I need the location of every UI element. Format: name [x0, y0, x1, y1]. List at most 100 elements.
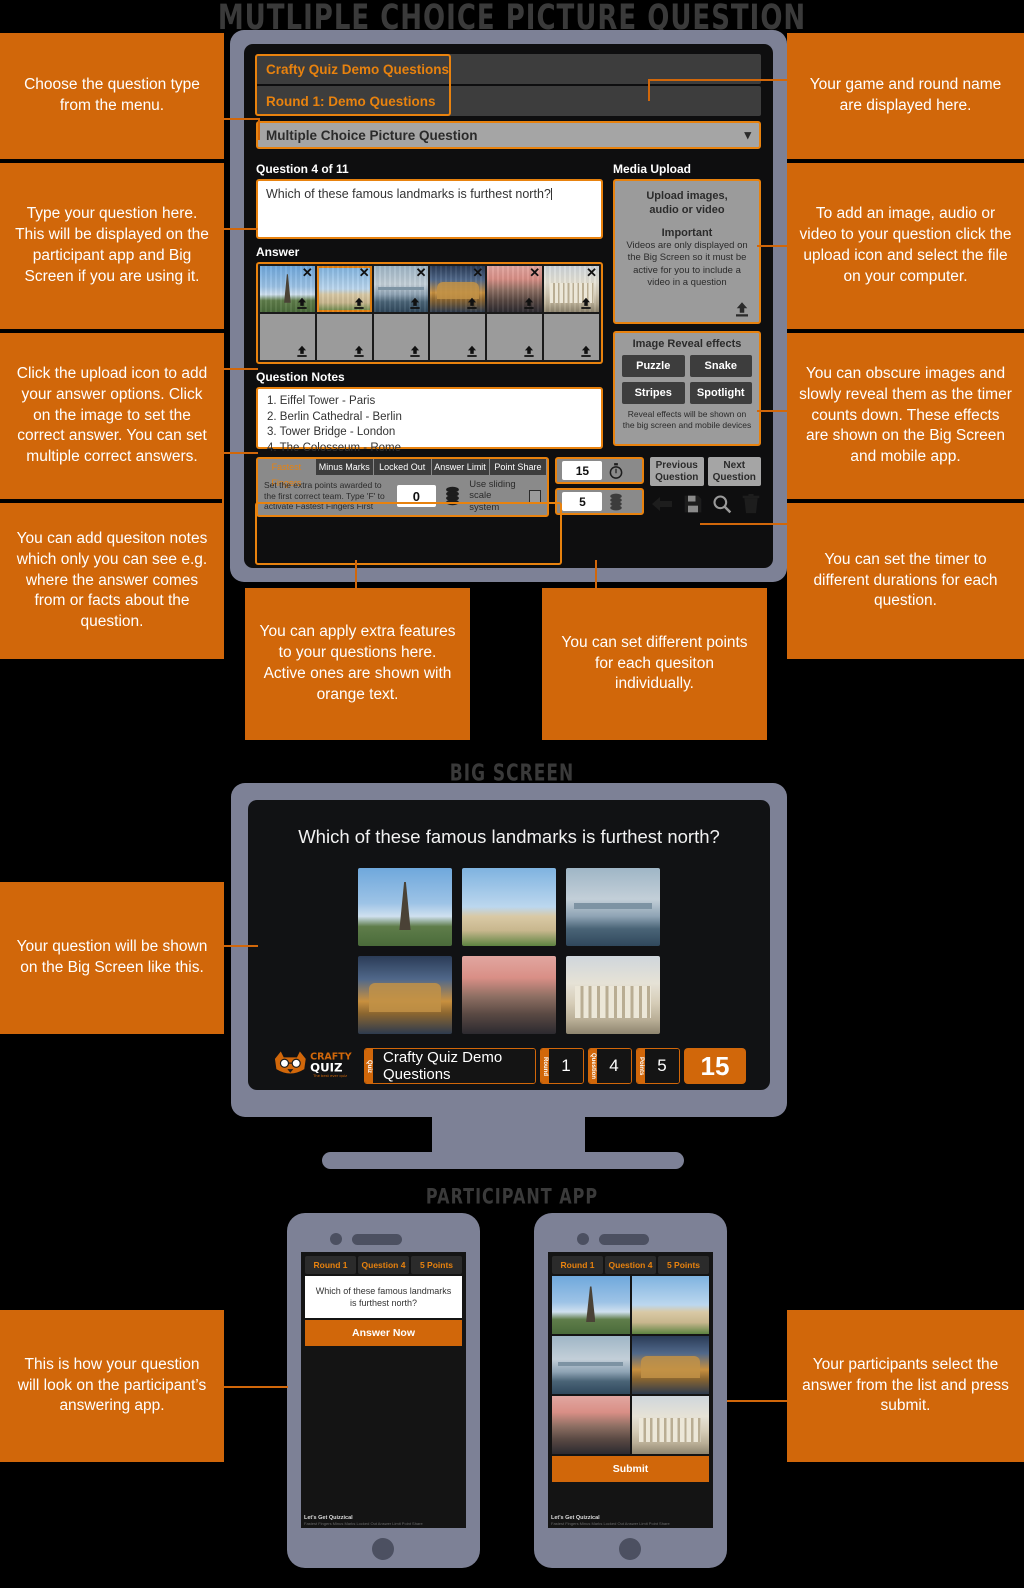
- answer-image-slot-7[interactable]: [260, 314, 315, 360]
- phone2-answer-grid: [552, 1276, 709, 1454]
- bigscreen-answer-2: [462, 868, 556, 946]
- question-input[interactable]: Which of these famous landmarks is furth…: [256, 179, 603, 239]
- remove-image-icon[interactable]: ✕: [359, 266, 370, 279]
- points-input[interactable]: 5: [562, 492, 603, 511]
- bigscreen-question-label: Question: [589, 1049, 597, 1083]
- sliding-scale-checkbox[interactable]: [529, 489, 542, 503]
- question-counter: Question 4 of 11: [256, 162, 349, 176]
- upload-icon[interactable]: [408, 344, 422, 358]
- note-line-4: 4. The Colosseum - Rome: [267, 441, 402, 454]
- next-question-button[interactable]: Next Question: [707, 457, 761, 486]
- answer-image-1[interactable]: ✕: [260, 266, 315, 312]
- callout-leader-9: [355, 560, 357, 588]
- callout-leader-10: [595, 560, 597, 588]
- reveal-button-stripes[interactable]: Stripes: [622, 382, 685, 404]
- callout-leader-1: [224, 118, 260, 120]
- answer-image-slot-8[interactable]: [316, 314, 372, 360]
- phone1-home-button[interactable]: [372, 1538, 394, 1560]
- answer-image-grid: ✕ ✕ ✕ ✕ ✕ ✕: [256, 262, 603, 364]
- answer-image-2[interactable]: ✕: [316, 266, 372, 312]
- upload-icon[interactable]: [408, 296, 422, 310]
- back-arrow-icon[interactable]: [650, 495, 674, 513]
- phone2-submit-button[interactable]: Submit: [552, 1456, 709, 1482]
- tab-answer-limit[interactable]: Answer Limit: [431, 459, 490, 475]
- bigscreen-status-bar: CRAFTY QUIZ The best ever quiz Quiz Craf…: [272, 1048, 746, 1084]
- upload-icon[interactable]: [465, 344, 479, 358]
- phone2-answer-1[interactable]: [552, 1276, 630, 1334]
- reveal-button-spotlight[interactable]: Spotlight: [689, 382, 752, 404]
- reveal-button-snake[interactable]: Snake: [689, 355, 752, 377]
- phone2-answer-4[interactable]: [631, 1336, 709, 1394]
- question-notes-input[interactable]: 1. Eiffel Tower - Paris 2. Berlin Cathed…: [256, 387, 603, 454]
- fastest-fingers-description: Set the extra points awarded to the firs…: [264, 480, 385, 512]
- bigscreen-question-value: 4: [597, 1049, 631, 1083]
- monitor-stand-neck: [432, 1117, 585, 1157]
- previous-question-line1: Previous: [655, 460, 698, 471]
- callout-leader-8: [700, 523, 787, 525]
- points-control[interactable]: 5: [555, 488, 644, 515]
- preview-search-icon[interactable]: [712, 494, 732, 514]
- delete-trash-icon[interactable]: [741, 493, 761, 514]
- bigscreen-points-value: 5: [645, 1049, 679, 1083]
- upload-icon[interactable]: [352, 344, 366, 358]
- remove-image-icon[interactable]: ✕: [529, 266, 540, 279]
- upload-icon[interactable]: [733, 300, 751, 318]
- phone1-tab-points: 5 Points: [411, 1256, 462, 1274]
- tab-locked-out[interactable]: Locked Out: [373, 459, 432, 475]
- tab-fastest-fingers[interactable]: Fastest Fingers: [258, 459, 316, 488]
- phone1-question-text: Which of these famous landmarks is furth…: [305, 1276, 462, 1319]
- fastest-fingers-points-input[interactable]: 0: [396, 485, 437, 508]
- monitor-stand-base: [322, 1152, 684, 1169]
- upload-icon[interactable]: [579, 344, 593, 358]
- phone2-answer-5[interactable]: [552, 1396, 630, 1454]
- upload-icon[interactable]: [522, 344, 536, 358]
- phone2-answer-2[interactable]: [631, 1276, 709, 1334]
- next-question-line1: Next: [723, 460, 746, 471]
- note-line-1: 1. Eiffel Tower - Paris: [267, 395, 376, 407]
- timer-input[interactable]: 15: [562, 461, 603, 480]
- upload-icon[interactable]: [465, 296, 479, 310]
- remove-image-icon[interactable]: ✕: [302, 266, 313, 279]
- remove-image-icon[interactable]: ✕: [472, 266, 483, 279]
- callout-leader-11: [224, 945, 258, 947]
- phone1-answer-now-button[interactable]: Answer Now: [305, 1320, 462, 1347]
- answer-image-5[interactable]: ✕: [487, 266, 543, 312]
- answer-image-4[interactable]: ✕: [430, 266, 486, 312]
- bigscreen-answer-3: [566, 868, 660, 946]
- phone2-tab-round: Round 1: [552, 1256, 603, 1274]
- phone1-tab-question: Question 4: [358, 1256, 409, 1274]
- answer-image-slot-10[interactable]: [430, 314, 486, 360]
- previous-question-button[interactable]: Previous Question: [650, 457, 704, 486]
- sliding-scale-line2: scale system: [469, 490, 500, 513]
- media-upload-panel[interactable]: Upload images, audio or video Important …: [613, 179, 761, 324]
- upload-icon[interactable]: [579, 296, 593, 310]
- question-type-select[interactable]: Multiple Choice Picture Question ▾: [256, 121, 761, 149]
- upload-icon[interactable]: [352, 296, 366, 310]
- answer-image-3[interactable]: ✕: [373, 266, 429, 312]
- phone2-answer-6[interactable]: [631, 1396, 709, 1454]
- save-icon[interactable]: [683, 494, 703, 514]
- callout-bigscreen: Your question will be shown on the Big S…: [0, 882, 224, 1034]
- answer-image-6[interactable]: ✕: [544, 266, 599, 312]
- phone2-home-button[interactable]: [619, 1538, 641, 1560]
- callout-question-text: Type your question here. This will be di…: [0, 163, 224, 329]
- tab-point-share[interactable]: Point Share: [489, 459, 548, 475]
- phone2-answer-3[interactable]: [552, 1336, 630, 1394]
- bigscreen-answer-grid: [272, 868, 746, 1034]
- answer-image-slot-11[interactable]: [487, 314, 543, 360]
- upload-icon[interactable]: [295, 344, 309, 358]
- reveal-button-puzzle[interactable]: Puzzle: [622, 355, 685, 377]
- round-name-field[interactable]: Round 1: Demo Questions: [256, 86, 761, 116]
- phone2-screen: Round 1 Question 4 5 Points Submit Let's…: [548, 1252, 713, 1528]
- upload-icon[interactable]: [522, 296, 536, 310]
- bigscreen-quiz-name-segment: Quiz Crafty Quiz Demo Questions: [364, 1048, 536, 1084]
- timer-control[interactable]: 15: [555, 457, 644, 484]
- answer-image-slot-9[interactable]: [373, 314, 429, 360]
- remove-image-icon[interactable]: ✕: [586, 266, 597, 279]
- upload-icon[interactable]: [295, 296, 309, 310]
- remove-image-icon[interactable]: ✕: [416, 266, 427, 279]
- answer-image-slot-12[interactable]: [544, 314, 599, 360]
- tab-minus-marks[interactable]: Minus Marks: [315, 459, 374, 475]
- quizmaster-screen: Crafty Quiz Demo Questions Round 1: Demo…: [244, 44, 773, 568]
- media-upload-label: Media Upload: [613, 162, 692, 176]
